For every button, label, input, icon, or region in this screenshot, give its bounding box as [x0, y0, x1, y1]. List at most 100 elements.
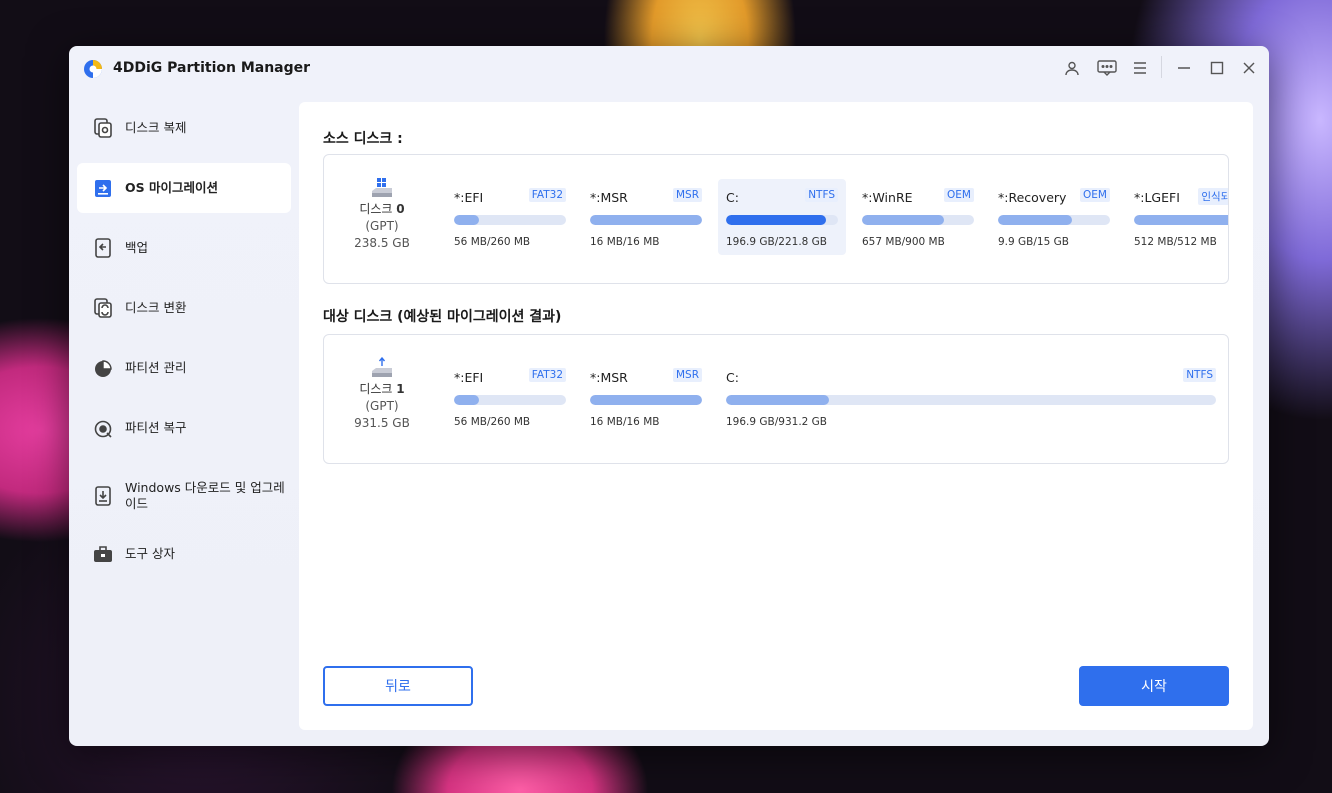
filesystem-badge: MSR — [672, 368, 702, 382]
disk-label: 디스크 — [359, 202, 393, 216]
sidebar-item-os-migration[interactable]: OS 마이그레이션 — [77, 163, 291, 213]
source-disk-box: 디스크 0 (GPT) 238.5 GB *:EFI FAT32 56 MB/2… — [323, 154, 1229, 284]
maximize-icon[interactable] — [1206, 58, 1228, 78]
partition-winre[interactable]: *:WinRE OEM 657 MB/900 MB — [854, 179, 982, 255]
sidebar-item-label: 파티션 복구 — [125, 420, 187, 435]
app-title: 4DDiG Partition Manager — [113, 60, 311, 76]
backup-icon — [95, 238, 111, 258]
usage-bar-fill — [454, 215, 479, 225]
partition-usage: 196.9 GB/931.2 GB — [726, 416, 828, 428]
partition-usage: 16 MB/16 MB — [590, 236, 660, 248]
usage-bar — [454, 395, 566, 405]
source-disk-title: 소스 디스크 : — [323, 131, 403, 147]
usage-bar — [726, 215, 838, 225]
sidebar-item-label: 도구 상자 — [125, 546, 175, 561]
back-button[interactable]: 뒤로 — [323, 666, 473, 706]
title-bar-divider — [1161, 56, 1162, 78]
start-button[interactable]: 시작 — [1079, 666, 1229, 706]
usage-bar-fill — [590, 395, 702, 405]
sidebar-item-label: OS 마이그레이션 — [125, 180, 218, 195]
sidebar-item-label: 파티션 관리 — [125, 360, 187, 375]
sidebar-item-label: Windows 다운로드 및 업그레이드 — [125, 480, 285, 511]
partition-name: *:Recovery — [998, 190, 1067, 205]
filesystem-badge: FAT32 — [528, 368, 566, 382]
disk-convert-icon — [94, 298, 112, 318]
partition-name: *:EFI — [454, 370, 484, 385]
usage-bar-fill — [454, 395, 479, 405]
feedback-icon[interactable] — [1096, 58, 1118, 78]
disk-type: (GPT) — [365, 219, 399, 233]
sidebar-item-label: 디스크 변환 — [125, 300, 187, 315]
target-disk-title: 대상 디스크 (예상된 마이그레이션 결과) — [323, 309, 562, 325]
os-migration-icon — [95, 180, 111, 197]
usage-bar-fill — [590, 215, 702, 225]
partition-name: *:MSR — [590, 190, 628, 205]
disk-label: 디스크 — [359, 382, 393, 396]
filesystem-badge: NTFS — [1183, 368, 1216, 382]
usage-bar — [590, 395, 702, 405]
partition-usage: 9.9 GB/15 GB — [998, 236, 1069, 248]
partition-c[interactable]: C: NTFS 196.9 GB/221.8 GB — [718, 179, 846, 255]
partition-name: *:WinRE — [862, 190, 913, 205]
partition-name: *:EFI — [454, 190, 484, 205]
usb-disk-icon — [372, 357, 392, 377]
usage-bar-fill — [1134, 215, 1228, 225]
app-logo-icon — [84, 60, 102, 78]
partition-usage: 56 MB/260 MB — [454, 416, 531, 428]
target-disk-info: 디스크 1 (GPT) 931.5 GB — [344, 357, 420, 432]
title-bar: 4DDiG Partition Manager — [69, 46, 1269, 90]
usage-bar — [998, 215, 1110, 225]
usage-bar-fill — [726, 395, 829, 405]
partition-usage: 56 MB/260 MB — [454, 236, 531, 248]
windows-download-icon — [95, 486, 111, 506]
usage-bar — [454, 215, 566, 225]
disk-number: 0 — [396, 202, 405, 216]
sidebar-item-toolbox[interactable]: 도구 상자 — [77, 529, 291, 579]
toolbox-icon — [94, 546, 112, 562]
usage-bar — [726, 395, 1216, 405]
usage-bar-fill — [862, 215, 944, 225]
usage-bar — [590, 215, 702, 225]
sidebar-item-windows-download[interactable]: Windows 다운로드 및 업그레이드 — [77, 463, 291, 529]
partition-name: C: — [726, 370, 739, 385]
disk-number: 1 — [396, 382, 405, 396]
partition-recovery[interactable]: *:Recovery OEM 9.9 GB/15 GB — [990, 179, 1118, 255]
filesystem-badge: 인식되지 않 — [1198, 188, 1228, 205]
partition-usage: 196.9 GB/221.8 GB — [726, 236, 828, 248]
partition-usage: 512 MB/512 MB — [1134, 236, 1217, 248]
partition-msr[interactable]: *:MSR MSR 16 MB/16 MB — [582, 179, 710, 255]
partition-efi[interactable]: *:EFI FAT32 56 MB/260 MB — [446, 179, 574, 255]
disk-size: 931.5 GB — [354, 416, 410, 430]
sidebar-item-disk-clone[interactable]: 디스크 복제 — [77, 103, 291, 153]
filesystem-badge: FAT32 — [528, 188, 566, 202]
account-icon[interactable] — [1061, 58, 1083, 78]
sidebar-item-partition-manage[interactable]: 파티션 관리 — [77, 343, 291, 393]
menu-icon[interactable] — [1129, 58, 1151, 78]
app-window: 4DDiG Partition Manager 디스크 복제 OS 마이그레이션 — [69, 46, 1269, 746]
target-partition-msr[interactable]: *:MSR MSR 16 MB/16 MB — [582, 359, 710, 435]
sidebar-item-disk-convert[interactable]: 디스크 변환 — [77, 283, 291, 333]
partition-name: C: — [726, 190, 739, 205]
windows-disk-icon — [372, 178, 392, 197]
usage-bar-fill — [998, 215, 1072, 225]
disk-clone-icon — [94, 118, 112, 138]
close-icon[interactable] — [1238, 58, 1260, 78]
partition-name: *:LGEFI — [1134, 190, 1180, 205]
usage-bar-fill — [726, 215, 826, 225]
usage-bar — [862, 215, 974, 225]
target-partition-c[interactable]: C: NTFS 196.9 GB/931.2 GB — [718, 359, 1224, 435]
partition-recovery-icon — [94, 420, 112, 438]
sidebar-item-partition-recovery[interactable]: 파티션 복구 — [77, 403, 291, 453]
target-disk-box: 디스크 1 (GPT) 931.5 GB *:EFI FAT32 56 MB/2… — [323, 334, 1229, 464]
filesystem-badge: OEM — [944, 188, 974, 202]
sidebar-item-label: 디스크 복제 — [125, 120, 187, 135]
filesystem-badge: MSR — [672, 188, 702, 202]
disk-type: (GPT) — [365, 399, 399, 413]
target-partition-efi[interactable]: *:EFI FAT32 56 MB/260 MB — [446, 359, 574, 435]
sidebar-item-backup[interactable]: 백업 — [77, 223, 291, 273]
partition-name: *:MSR — [590, 370, 628, 385]
partition-lgefi[interactable]: *:LGEFI 인식되지 않 512 MB/512 MB — [1126, 179, 1228, 255]
filesystem-badge: NTFS — [805, 188, 838, 202]
minimize-icon[interactable] — [1173, 58, 1195, 78]
filesystem-badge: OEM — [1080, 188, 1110, 202]
